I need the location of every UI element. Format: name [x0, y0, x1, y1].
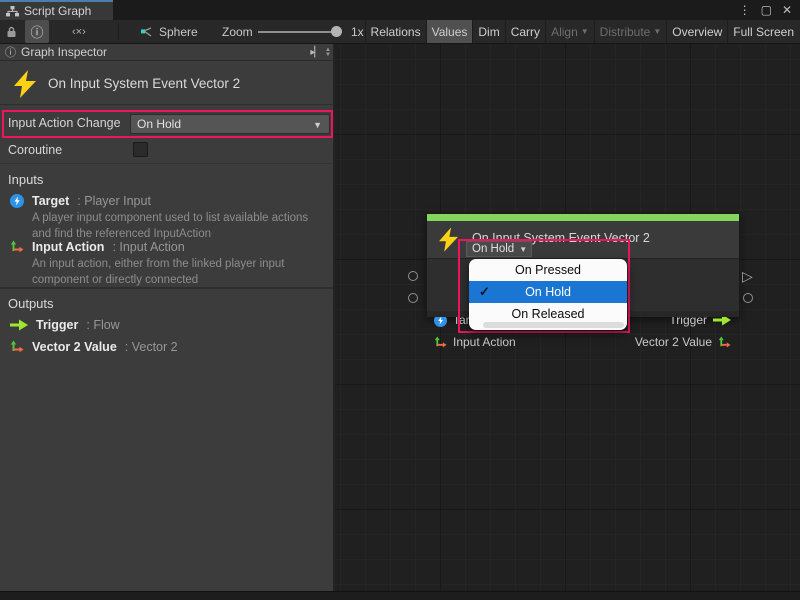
window-menu-icon[interactable]: ⋮ — [739, 3, 751, 17]
divider — [0, 287, 333, 289]
window-controls: ⋮ ▢ ✕ — [739, 0, 796, 20]
scroll-down-icon[interactable]: ▼ — [325, 53, 331, 58]
coroutine-checkbox[interactable] — [133, 142, 148, 157]
inspector-title: Graph Inspector — [21, 45, 107, 59]
inspector-toggle-button[interactable]: ⓘ — [25, 20, 49, 43]
align-button[interactable]: Align▼ — [545, 20, 594, 43]
values-button[interactable]: Values — [426, 20, 473, 43]
tab-label: Script Graph — [24, 4, 91, 18]
zoom-label: Zoom — [222, 20, 253, 43]
trigger-output-port[interactable]: ▷ — [742, 269, 753, 283]
input-target-desc: A player input component used to list av… — [32, 211, 328, 242]
vector2-icon — [10, 340, 24, 354]
panel-scroll-arrows[interactable]: ▲ ▼ — [325, 48, 331, 58]
chevron-down-icon: ▼ — [653, 27, 661, 36]
lock-icon[interactable] — [6, 20, 17, 43]
outputs-heading: Outputs — [8, 296, 54, 311]
graph-toolbar: ⓘ ‹×› Sphere Zoom 1x Relations Values Di… — [0, 20, 800, 44]
dim-button[interactable]: Dim — [472, 20, 504, 43]
close-icon[interactable]: ✕ — [782, 3, 792, 17]
unit-title: On Input System Event Vector 2 — [48, 76, 240, 91]
input-action-input-port[interactable] — [408, 293, 418, 303]
graph-inspector-panel: ⓘ Graph Inspector ▸▏ ▲ ▼ On Input System… — [0, 44, 335, 591]
input-target-row: Target : Player Input — [10, 194, 151, 208]
target-input-port[interactable] — [408, 271, 418, 281]
relations-button[interactable]: Relations — [365, 20, 426, 43]
coroutine-label: Coroutine — [8, 143, 62, 157]
node-event-dropdown[interactable]: On Hold ▼ — [466, 241, 532, 257]
graph-context-breadcrumb[interactable]: Sphere — [140, 20, 198, 43]
menu-item-on-hold[interactable]: ✓ On Hold — [469, 281, 627, 303]
info-icon: ⓘ — [5, 44, 16, 60]
dropdown-arrow-icon: ▼ — [313, 120, 322, 130]
inputs-heading: Inputs — [8, 172, 43, 187]
toolbar-button-group: Relations Values Dim Carry Align▼ Distri… — [365, 20, 799, 43]
input-action-desc: An input action, either from the linked … — [32, 257, 328, 288]
input-action-change-dropdown[interactable]: On Hold ▼ — [130, 114, 330, 134]
menu-item-on-pressed[interactable]: On Pressed — [469, 259, 627, 281]
flow-arrow-icon — [10, 319, 28, 331]
node-port-vector2-value[interactable]: Vector 2 Value — [635, 335, 731, 349]
output-vector2-row: Vector 2 Value : Vector 2 — [10, 340, 178, 354]
dropdown-arrow-icon: ▼ — [519, 245, 527, 254]
input-action-icon — [10, 240, 24, 254]
unit-title-block: On Input System Event Vector 2 — [0, 62, 333, 105]
menu-scroll-hint — [483, 322, 624, 328]
maximize-icon[interactable]: ▢ — [761, 3, 772, 17]
input-action-icon — [434, 336, 447, 349]
code-view-icon[interactable]: ‹×› — [72, 20, 86, 43]
window-bottom-edge — [0, 591, 800, 600]
event-bolt-icon — [14, 70, 36, 98]
output-trigger-row: Trigger : Flow — [10, 318, 120, 332]
vector2-output-port[interactable] — [743, 293, 753, 303]
player-input-icon — [10, 194, 24, 208]
zoom-slider-track[interactable] — [258, 31, 342, 33]
chevron-down-icon: ▼ — [581, 27, 589, 36]
overview-button[interactable]: Overview — [666, 20, 727, 43]
graph-context-label: Sphere — [159, 25, 198, 39]
node-port-input-action[interactable]: Input Action — [434, 335, 516, 349]
toolbar-separator — [118, 23, 119, 40]
inspector-header: ⓘ Graph Inspector ▸▏ ▲ ▼ — [0, 44, 333, 61]
dock-panel-icon[interactable]: ▸▏ — [310, 47, 321, 58]
info-icon: ⓘ — [30, 22, 43, 41]
check-icon: ✓ — [479, 284, 490, 300]
input-action-row: Input Action : Input Action — [10, 240, 185, 254]
zoom-value: 1x — [351, 20, 364, 43]
tab-strip: Script Graph ⋮ ▢ ✕ — [0, 0, 800, 20]
node-color-strip — [427, 214, 739, 221]
tab-script-graph[interactable]: Script Graph — [0, 0, 113, 20]
vector2-icon — [718, 336, 731, 349]
event-options-menu: On Pressed ✓ On Hold On Released — [469, 259, 627, 330]
script-graph-icon — [6, 6, 19, 17]
zoom-slider-handle[interactable] — [331, 26, 342, 37]
script-machine-icon — [140, 26, 153, 38]
event-bolt-icon — [439, 227, 458, 252]
divider — [0, 163, 333, 164]
distribute-button[interactable]: Distribute▼ — [594, 20, 667, 43]
carry-button[interactable]: Carry — [505, 20, 545, 43]
full-screen-button[interactable]: Full Screen — [727, 20, 799, 43]
input-action-change-label: Input Action Change — [8, 116, 121, 130]
